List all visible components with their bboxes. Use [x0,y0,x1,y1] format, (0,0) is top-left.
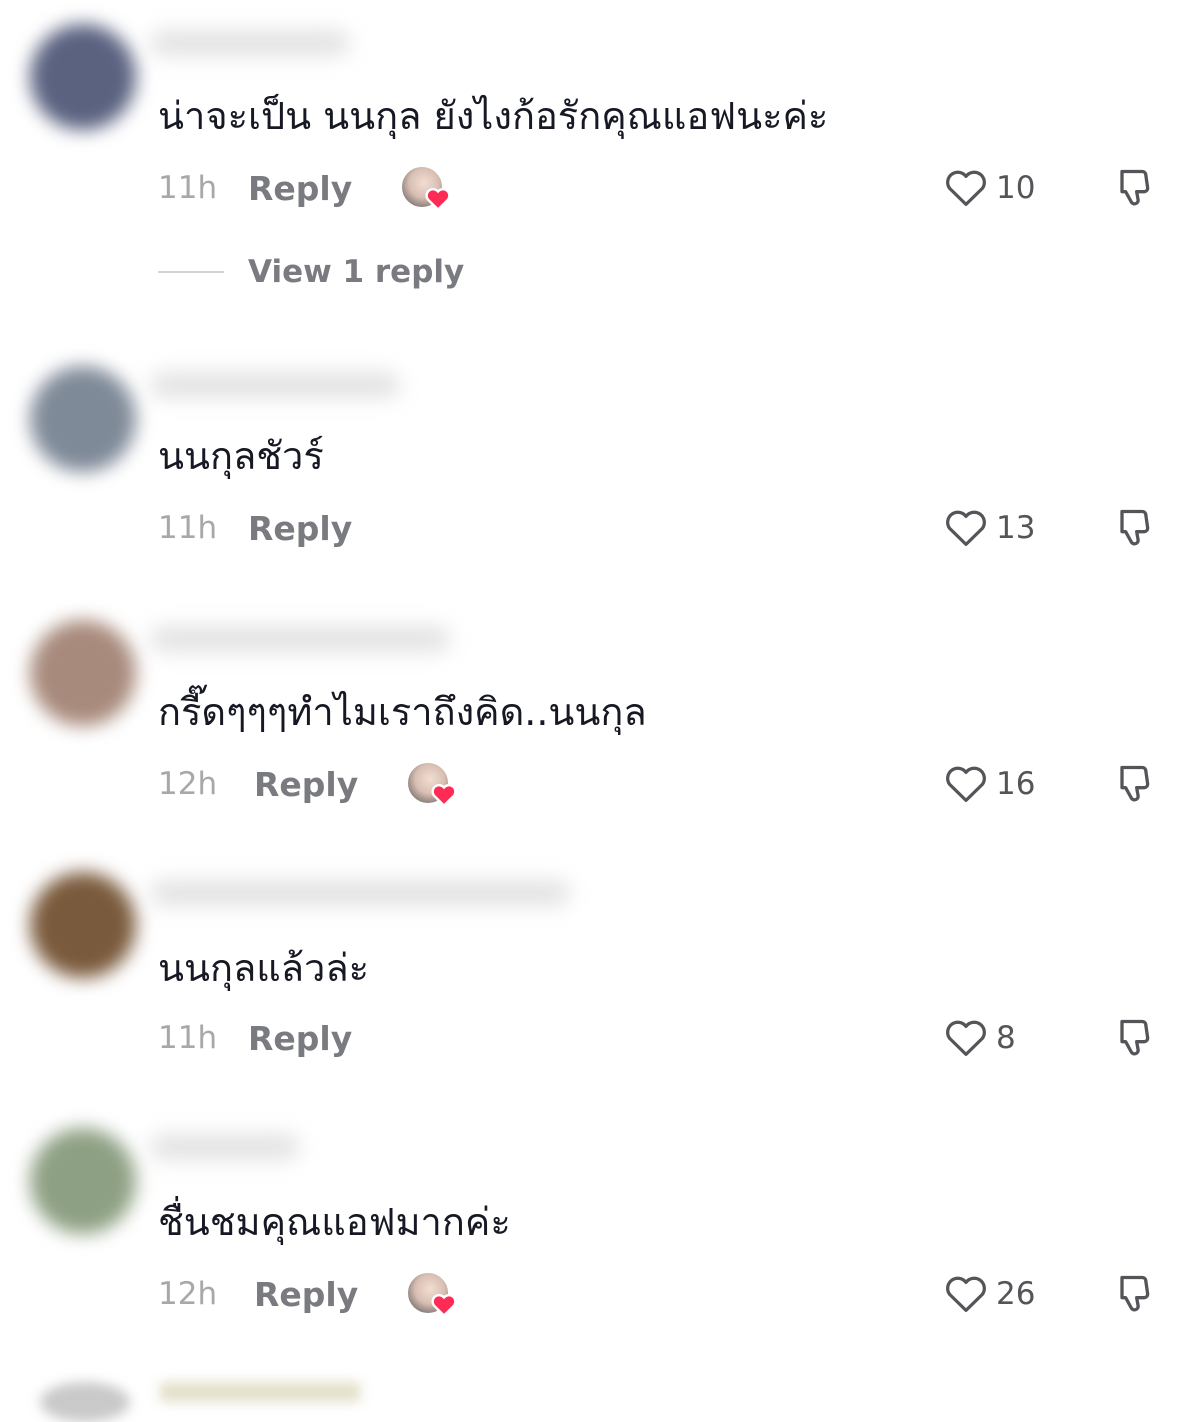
like-count: 13 [996,510,1036,546]
view-replies-button[interactable]: View 1 reply [158,252,464,292]
heart-icon [425,188,451,212]
avatar [40,1382,130,1422]
comment-time: 11h [158,510,218,546]
heart-icon [431,1294,457,1318]
username[interactable] [150,1134,300,1160]
dislike-button[interactable] [1110,1270,1156,1318]
comment-meta: 11h Reply [158,1014,352,1062]
heart-icon [431,784,457,808]
avatar[interactable] [30,1128,136,1234]
comment-time: 11h [158,1020,218,1056]
like-button[interactable]: 16 [944,760,1035,808]
username[interactable] [150,30,350,56]
comment-meta: 11h Reply [158,164,451,212]
creator-liked-badge [406,761,457,808]
reply-button[interactable]: Reply [254,765,358,804]
comment-time: 11h [158,170,218,206]
view-replies-label: View 1 reply [248,254,465,290]
reply-button[interactable]: Reply [248,509,352,548]
comment-time: 12h [158,766,218,802]
avatar[interactable] [30,872,136,978]
avatar[interactable] [30,620,136,726]
like-count: 10 [996,170,1036,206]
comment-time: 12h [158,1276,218,1312]
username[interactable] [150,626,450,652]
comment-meta: 11h Reply [158,504,352,552]
comment-meta: 12h Reply [158,760,457,808]
heart-outline-icon [946,510,986,546]
heart-outline-icon [946,1020,986,1056]
thumbs-down-icon [1120,765,1150,802]
dislike-button[interactable] [1110,504,1156,552]
heart-outline-icon [946,170,986,206]
like-button[interactable]: 10 [944,164,1035,212]
comment-meta: 12h Reply [158,1270,457,1318]
dislike-button[interactable] [1110,164,1156,212]
avatar[interactable] [30,366,136,472]
creator-liked-badge [406,1271,457,1318]
dislike-button[interactable] [1110,760,1156,808]
comment-text: น่าจะเป็น นนกุล ยังไงก้อรักคุณแอฟนะค่ะ [158,94,829,138]
comment-text: นนกุลชัวร์ [158,434,324,478]
comment-text: ชื่นชมคุณแอฟมากค่ะ [158,1200,511,1244]
like-count: 26 [996,1276,1036,1312]
creator-liked-badge [400,165,451,212]
avatar[interactable] [30,24,136,130]
next-comment-partial [0,1376,1200,1422]
username [160,1382,360,1402]
thumbs-down-icon [1120,1019,1150,1056]
username[interactable] [150,372,400,398]
like-button[interactable]: 13 [944,504,1035,552]
like-button[interactable]: 26 [944,1270,1035,1318]
username[interactable] [150,880,570,906]
heart-outline-icon [946,1276,986,1312]
dislike-button[interactable] [1110,1014,1156,1062]
like-count: 16 [996,766,1036,802]
comment-text: กรี๊ดๆๆๆทำไมเราถึงคิด..นนกุล [158,690,647,734]
like-button[interactable]: 8 [944,1014,1016,1062]
thumbs-down-icon [1120,509,1150,546]
heart-outline-icon [946,766,986,802]
thumbs-down-icon [1120,169,1150,206]
thumbs-down-icon [1120,1275,1150,1312]
like-count: 8 [996,1020,1016,1056]
divider [158,271,224,273]
reply-button[interactable]: Reply [248,1019,352,1058]
comment-text: นนกุลแล้วล่ะ [158,946,370,990]
reply-button[interactable]: Reply [254,1275,358,1314]
reply-button[interactable]: Reply [248,169,352,208]
